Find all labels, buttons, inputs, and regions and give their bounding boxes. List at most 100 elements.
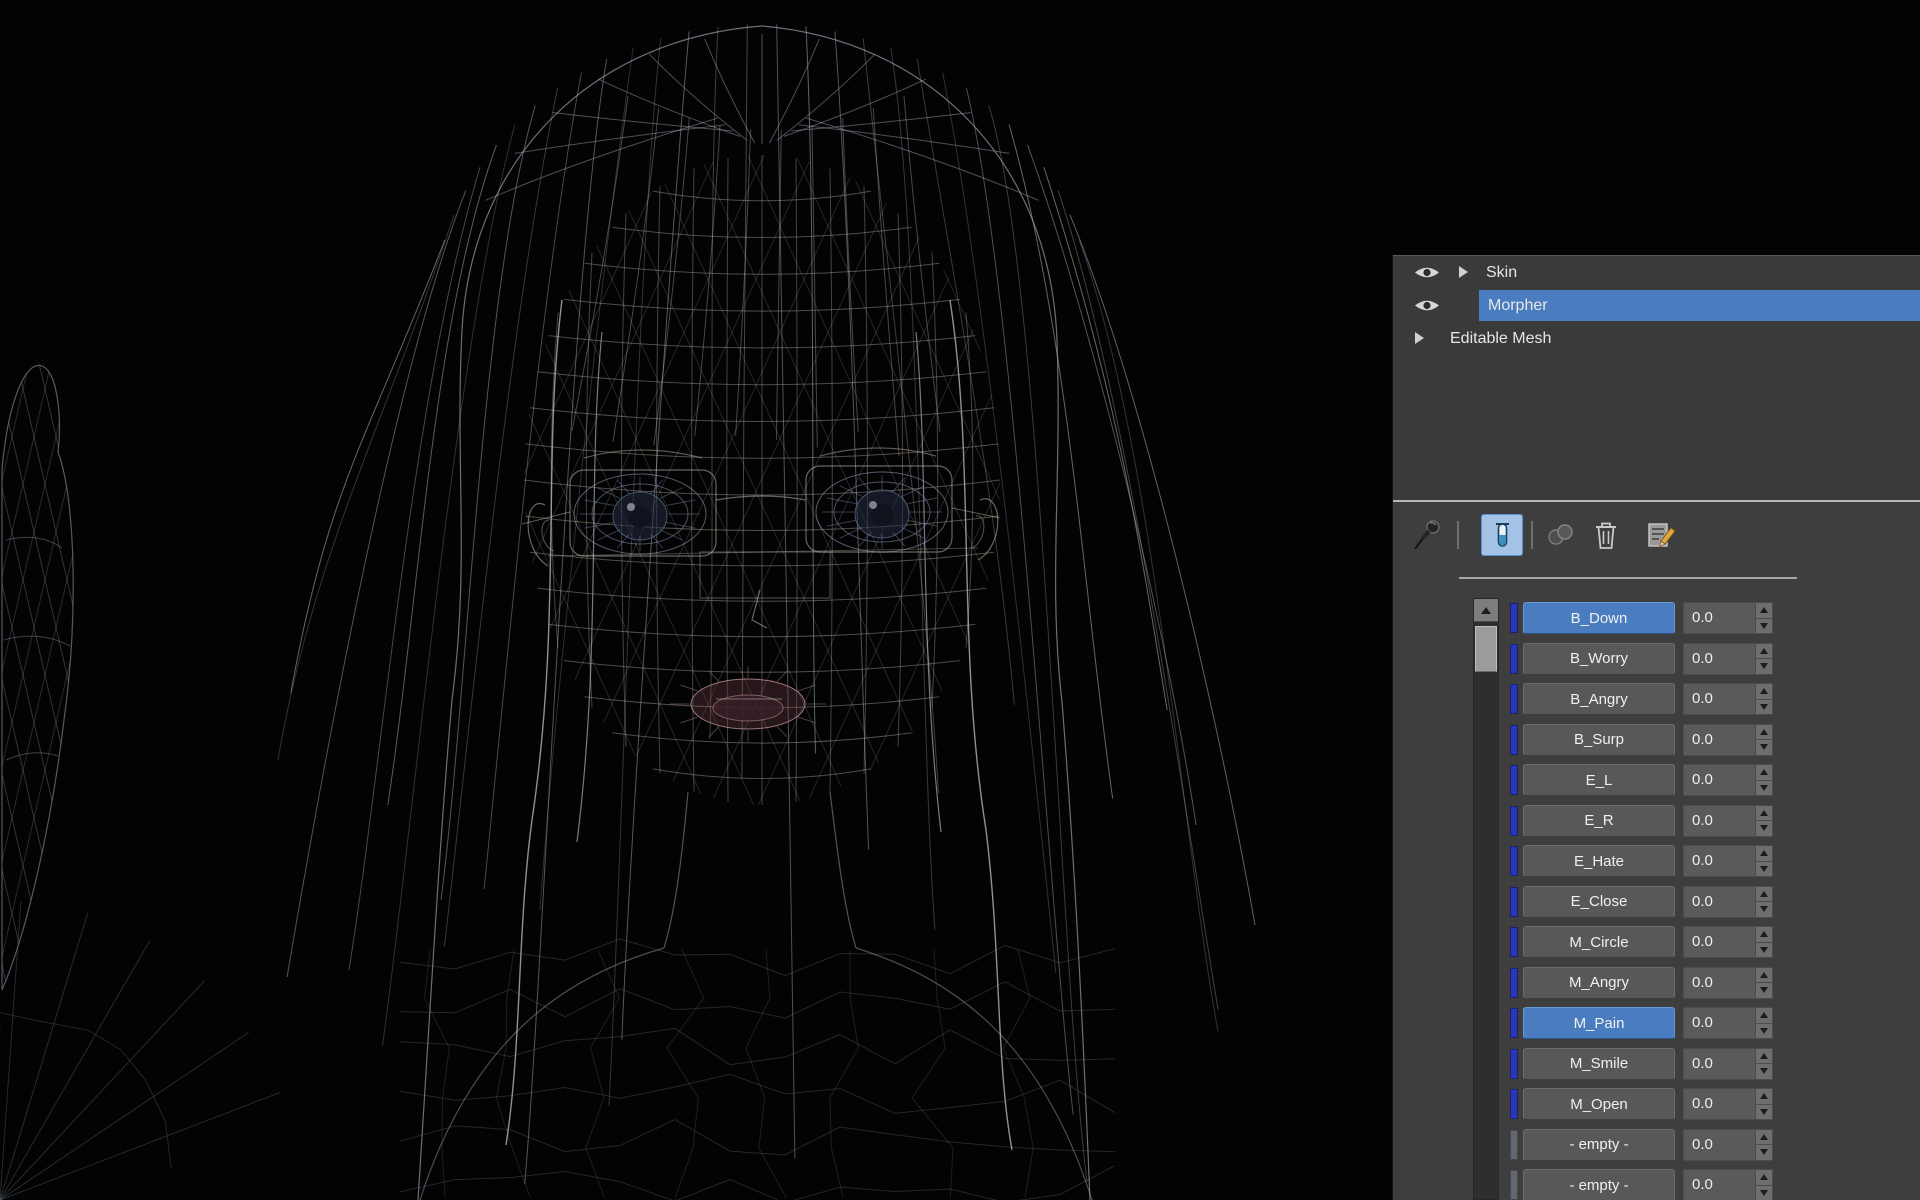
- spinner-up-button[interactable]: [1756, 603, 1772, 619]
- spinner-up-button[interactable]: [1756, 765, 1772, 781]
- channel-active-marker: [1510, 927, 1518, 957]
- channel-value-spinner[interactable]: 0.0: [1683, 966, 1773, 999]
- visibility-eye-icon[interactable]: [1413, 264, 1441, 281]
- channel-name-button[interactable]: E_R: [1523, 804, 1675, 837]
- morph-channel-row: E_Hate 0.0: [1503, 841, 1920, 882]
- channel-value: 0.0: [1692, 1176, 1713, 1193]
- spinner-down-button[interactable]: [1756, 1104, 1772, 1119]
- spinner-down-icon: [1760, 1027, 1768, 1034]
- up-arrow-icon: [1481, 606, 1491, 614]
- channel-active-marker: [1510, 603, 1518, 633]
- spinner-down-button[interactable]: [1756, 618, 1772, 633]
- morph-list-scrollbar[interactable]: [1473, 598, 1499, 1200]
- modifier-label: Editable Mesh: [1450, 330, 1552, 347]
- make-unique-button[interactable]: [1539, 514, 1581, 556]
- channel-value-spinner[interactable]: 0.0: [1683, 885, 1773, 918]
- expand-arrow-icon[interactable]: [1415, 332, 1424, 344]
- visibility-eye-icon[interactable]: [1413, 297, 1441, 314]
- channel-value-spinner[interactable]: 0.0: [1683, 845, 1773, 877]
- spinner-down-button[interactable]: [1756, 861, 1772, 876]
- channel-name-button[interactable]: M_Pain: [1523, 1007, 1675, 1039]
- morph-channel-row: - empty - 0.0: [1503, 1165, 1920, 1200]
- channel-value-spinner[interactable]: 0.0: [1683, 642, 1773, 675]
- spinner-up-button[interactable]: [1756, 1048, 1772, 1064]
- channel-name-button[interactable]: B_Surp: [1523, 723, 1675, 756]
- show-end-result-button[interactable]: [1481, 514, 1523, 556]
- channel-name-button[interactable]: - empty -: [1523, 1169, 1675, 1200]
- channel-active-marker: [1510, 967, 1518, 998]
- spinner-down-button[interactable]: [1756, 780, 1772, 795]
- spinner-up-icon: [1760, 647, 1768, 654]
- channel-value-spinner[interactable]: 0.0: [1683, 1169, 1773, 1200]
- spinner-up-button[interactable]: [1756, 927, 1772, 943]
- spinner-arrows: [1755, 1008, 1772, 1038]
- spinner-up-button[interactable]: [1756, 1129, 1772, 1145]
- scrollbar-up-button[interactable]: [1474, 599, 1498, 622]
- spinner-down-button[interactable]: [1756, 983, 1772, 998]
- pin-stack-button[interactable]: [1407, 514, 1449, 556]
- spinner-up-icon: [1760, 728, 1768, 735]
- spinner-up-icon: [1760, 931, 1768, 938]
- channel-name-button[interactable]: B_Angry: [1523, 683, 1675, 715]
- spinner-up-button[interactable]: [1756, 1089, 1772, 1105]
- channel-name-button[interactable]: E_Close: [1523, 885, 1675, 918]
- expand-arrow-icon[interactable]: [1459, 266, 1468, 278]
- channel-value-spinner[interactable]: 0.0: [1683, 926, 1773, 958]
- spinner-up-button[interactable]: [1756, 1170, 1772, 1186]
- spinner-arrows: [1755, 765, 1772, 795]
- spinner-down-button[interactable]: [1756, 821, 1772, 836]
- channel-name-button[interactable]: E_Hate: [1523, 845, 1675, 877]
- spinner-down-button[interactable]: [1756, 699, 1772, 714]
- channel-value-spinner[interactable]: 0.0: [1683, 683, 1773, 715]
- channel-name-button[interactable]: M_Open: [1523, 1088, 1675, 1120]
- spinner-down-icon: [1760, 663, 1768, 670]
- channel-active-marker: [1510, 1170, 1518, 1200]
- channel-value: 0.0: [1692, 609, 1713, 626]
- channel-name-button[interactable]: - empty -: [1523, 1128, 1675, 1161]
- modifier-stack-item-editable-mesh[interactable]: Editable Mesh: [1393, 322, 1920, 355]
- channel-value-spinner[interactable]: 0.0: [1683, 1007, 1773, 1039]
- channel-value: 0.0: [1692, 730, 1713, 748]
- scrollbar-thumb[interactable]: [1475, 626, 1497, 672]
- channel-value-spinner[interactable]: 0.0: [1683, 1047, 1773, 1080]
- channel-name-button[interactable]: B_Down: [1523, 602, 1675, 634]
- spinner-up-button[interactable]: [1756, 684, 1772, 700]
- toolbar-separator: [1457, 521, 1459, 549]
- channel-value: 0.0: [1692, 771, 1713, 788]
- channel-value-spinner[interactable]: 0.0: [1683, 1128, 1773, 1161]
- channel-value-spinner[interactable]: 0.0: [1683, 804, 1773, 837]
- channel-name-button[interactable]: M_Circle: [1523, 926, 1675, 958]
- spinner-down-button[interactable]: [1756, 1185, 1772, 1200]
- spinner-up-button[interactable]: [1756, 724, 1772, 740]
- spinner-down-button[interactable]: [1756, 659, 1772, 674]
- spinner-down-button[interactable]: [1756, 1064, 1772, 1079]
- channel-value-spinner[interactable]: 0.0: [1683, 602, 1773, 634]
- channel-value-spinner[interactable]: 0.0: [1683, 764, 1773, 796]
- spinner-down-button[interactable]: [1756, 1145, 1772, 1160]
- spinner-down-button[interactable]: [1756, 1023, 1772, 1038]
- spinner-up-button[interactable]: [1756, 846, 1772, 862]
- spinner-down-button[interactable]: [1756, 740, 1772, 755]
- spinner-arrows: [1755, 846, 1772, 876]
- test-tube-icon: [1496, 523, 1509, 547]
- spinner-up-button[interactable]: [1756, 643, 1772, 659]
- modifier-label: Skin: [1486, 264, 1518, 281]
- modifier-stack-item-morpher[interactable]: Morpher: [1393, 289, 1920, 322]
- channel-name-button[interactable]: E_L: [1523, 764, 1675, 796]
- configure-modifier-sets-button[interactable]: [1641, 514, 1683, 556]
- channel-value-spinner[interactable]: 0.0: [1683, 723, 1773, 756]
- spinner-up-button[interactable]: [1756, 886, 1772, 902]
- spinner-down-button[interactable]: [1756, 902, 1772, 917]
- spinner-up-button[interactable]: [1756, 967, 1772, 983]
- channel-name-button[interactable]: M_Angry: [1523, 966, 1675, 999]
- channel-name-button[interactable]: B_Worry: [1523, 642, 1675, 675]
- channel-value-spinner[interactable]: 0.0: [1683, 1088, 1773, 1120]
- spinner-down-icon: [1760, 865, 1768, 872]
- spinner-up-button[interactable]: [1756, 1008, 1772, 1024]
- spinner-up-button[interactable]: [1756, 805, 1772, 821]
- modifier-stack-item-skin[interactable]: Skin: [1393, 256, 1920, 289]
- spinner-down-button[interactable]: [1756, 942, 1772, 957]
- remove-modifier-button[interactable]: [1585, 514, 1627, 556]
- channel-name-button[interactable]: M_Smile: [1523, 1047, 1675, 1080]
- spinner-down-icon: [1760, 825, 1768, 832]
